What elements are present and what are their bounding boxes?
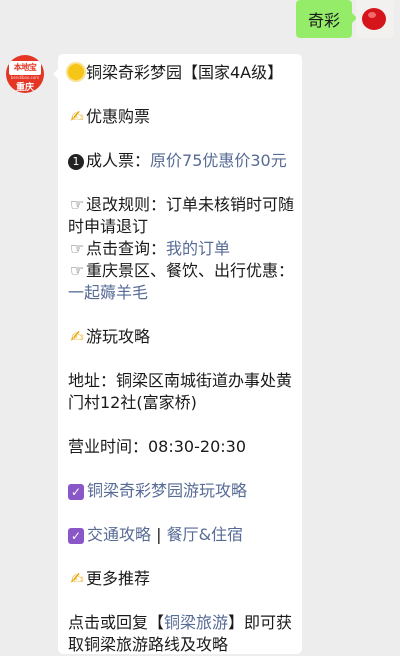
query-label: 点击查询： <box>86 239 167 258</box>
refund-line-2: 时申请退订 <box>68 217 149 236</box>
address-line-1: 地址：铜梁区南城街道办事处黄 <box>68 371 293 390</box>
outgoing-message-bubble[interactable]: 奇彩 <box>295 0 358 38</box>
message-title: 铜梁奇彩梦园【国家4A级】 <box>68 62 292 84</box>
my-orders-link[interactable]: 我的订单 <box>166 239 230 258</box>
avatar-highlight <box>368 12 376 18</box>
section-guide: ✍ 游玩攻略 <box>68 326 292 348</box>
checkbox-icon: ✓ <box>68 528 84 544</box>
guide-link[interactable]: 铜梁奇彩梦园游玩攻略 <box>87 481 247 500</box>
sender-avatar[interactable]: 本地宝 bendibao.com 重庆 <box>6 55 44 93</box>
more-line: 点击或回复【铜梁旅游】即可获 <box>68 612 292 634</box>
section-more-text: 更多推荐 <box>86 569 151 588</box>
more-line-2: 取铜梁旅游路线及攻略 <box>68 635 229 654</box>
checkbox-icon: ✓ <box>68 484 84 500</box>
pointing-hand-icon: ☞ <box>69 195 85 214</box>
section-guide-text: 游玩攻略 <box>86 327 151 346</box>
traffic-line: ✓ 交通攻略 | 餐厅&住宿 <box>68 524 292 546</box>
incoming-message-bubble: 铜梁奇彩梦园【国家4A级】 ✍ 优惠购票 1 成人票：原价75优惠价30元 ☞ 退改规… <box>53 54 302 654</box>
opening-hours: 营业时间：08:30-20:30 <box>68 437 246 456</box>
link-separator: | <box>151 525 167 544</box>
circled-one-icon: 1 <box>68 154 84 170</box>
outgoing-message-text: 奇彩 <box>307 11 340 30</box>
avatar-city: 重庆 <box>15 83 34 93</box>
avatar-image <box>362 8 386 30</box>
more-suffix: 】即可获 <box>228 613 293 632</box>
deals-line: ☞ 重庆景区、餐饮、出行优惠： <box>68 260 295 282</box>
deals-label: 重庆景区、餐饮、出行优惠： <box>86 261 295 280</box>
pointing-hand-icon: ☞ <box>69 239 85 258</box>
query-line: ☞ 点击查询：我的订单 <box>68 238 292 260</box>
ticket-label: 成人票： <box>86 151 151 170</box>
tongliang-travel-link[interactable]: 铜梁旅游 <box>164 613 228 632</box>
writing-hand-icon: ✍ <box>70 107 84 126</box>
pointing-hand-icon: ☞ <box>69 261 85 280</box>
refund-line: ☞ 退改规则：订单未核销时可随 <box>68 194 295 216</box>
ticket-line: 1 成人票：原价75优惠价30元 <box>68 150 292 172</box>
title-text: 铜梁奇彩梦园【国家4A级】 <box>86 63 284 82</box>
section-more: ✍ 更多推荐 <box>68 568 292 590</box>
user-avatar[interactable] <box>356 0 394 38</box>
writing-hand-icon: ✍ <box>70 327 84 346</box>
sun-icon <box>68 64 84 80</box>
section-tickets-text: 优惠购票 <box>86 107 151 126</box>
more-prefix: 点击或回复【 <box>68 613 165 632</box>
ticket-price-link[interactable]: 原价75优惠价30元 <box>150 151 287 170</box>
address-line-2: 门村12社(富家桥) <box>68 393 197 412</box>
section-tickets: ✍ 优惠购票 <box>68 106 292 128</box>
guide-line: ✓ 铜梁奇彩梦园游玩攻略 <box>68 480 292 502</box>
avatar-badge: 本地宝 <box>9 61 41 75</box>
deals-link[interactable]: 一起薅羊毛 <box>68 282 292 304</box>
writing-hand-icon: ✍ <box>70 569 84 588</box>
dining-link[interactable]: 餐厅&住宿 <box>167 525 243 544</box>
outgoing-message-row: 奇彩 <box>0 0 400 42</box>
traffic-link[interactable]: 交通攻略 <box>87 525 151 544</box>
refund-text-1: 退改规则：订单未核销时可随 <box>86 195 295 214</box>
